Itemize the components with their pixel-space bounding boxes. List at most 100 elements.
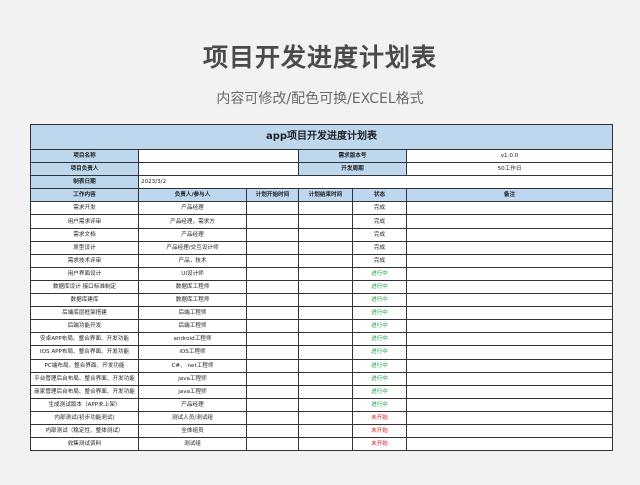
table-date-label[interactable]: 制表日期 — [30, 175, 139, 190]
plan-end-cell[interactable] — [298, 319, 353, 334]
note-cell[interactable] — [405, 227, 614, 242]
task-cell[interactable]: 数据库设计 接口标准制定 — [30, 279, 139, 295]
table-date-value[interactable]: 2023/3/2 — [137, 175, 614, 190]
task-cell[interactable]: 数据库建库 — [30, 293, 139, 308]
owner-cell[interactable]: android工程师 — [138, 332, 247, 347]
status-cell[interactable]: 完成 — [352, 227, 407, 242]
plan-end-cell[interactable] — [298, 437, 353, 452]
task-cell[interactable]: 需求文档 — [30, 227, 139, 242]
plan-end-cell[interactable] — [298, 253, 353, 268]
status-cell[interactable]: 未开始 — [352, 423, 407, 439]
version-label[interactable]: 需求版本号 — [298, 148, 407, 164]
plan-start-cell[interactable] — [246, 253, 299, 268]
owner-cell[interactable]: 产品经理 — [138, 397, 247, 412]
note-cell[interactable] — [405, 371, 614, 386]
owner-cell[interactable]: java工程师 — [138, 384, 247, 399]
note-cell[interactable] — [405, 214, 614, 229]
task-cell[interactable]: 内部测试(初步功能测试) — [30, 410, 139, 425]
task-cell[interactable]: 用户界面设计 — [30, 266, 139, 281]
header-status[interactable]: 状态 — [352, 188, 407, 203]
task-cell[interactable]: 商家管理后台布局、整合界面、开发功能 — [30, 384, 139, 399]
project-name-value[interactable] — [138, 148, 299, 164]
plan-start-cell[interactable] — [246, 266, 299, 281]
task-cell[interactable]: 生成测试版本（APP未上架） — [30, 397, 139, 412]
status-cell[interactable]: 进行中 — [352, 397, 407, 412]
plan-end-cell[interactable] — [298, 266, 353, 281]
owner-cell[interactable]: 全体组员 — [138, 423, 247, 439]
plan-end-cell[interactable] — [298, 293, 353, 308]
note-cell[interactable] — [405, 266, 614, 281]
plan-start-cell[interactable] — [246, 240, 299, 255]
plan-start-cell[interactable] — [246, 345, 299, 360]
status-cell[interactable]: 完成 — [352, 253, 407, 268]
plan-start-cell[interactable] — [246, 319, 299, 334]
note-cell[interactable] — [405, 423, 614, 439]
task-cell[interactable]: 安卓APP布局、整合界面、开发功能 — [30, 332, 139, 347]
header-plan-start[interactable]: 计划开始时间 — [246, 188, 299, 203]
status-cell[interactable]: 未开始 — [352, 437, 407, 452]
owner-cell[interactable]: 产品经理，需求方 — [138, 214, 247, 229]
note-cell[interactable] — [405, 332, 614, 347]
plan-end-cell[interactable] — [298, 306, 353, 321]
plan-start-cell[interactable] — [246, 306, 299, 321]
plan-start-cell[interactable] — [246, 410, 299, 425]
task-cell[interactable]: 需求开发 — [30, 201, 139, 216]
status-cell[interactable]: 完成 — [352, 214, 407, 229]
sheet-title[interactable]: app项目开发进度计划表 — [29, 124, 614, 150]
plan-end-cell[interactable] — [298, 240, 353, 255]
plan-start-cell[interactable] — [246, 227, 299, 242]
plan-start-cell[interactable] — [246, 437, 299, 452]
status-cell[interactable]: 完成 — [352, 240, 407, 255]
status-cell[interactable]: 进行中 — [352, 266, 407, 281]
task-cell[interactable]: 平台管理后台布局、整合界面、开发功能 — [30, 371, 139, 386]
task-cell[interactable]: 后端底层框架搭建 — [30, 306, 139, 321]
owner-cell[interactable]: 产品经理 — [138, 201, 247, 216]
version-value[interactable]: v1.0.0 — [405, 148, 614, 164]
plan-end-cell[interactable] — [298, 384, 353, 399]
note-cell[interactable] — [405, 240, 614, 255]
note-cell[interactable] — [405, 253, 614, 268]
plan-end-cell[interactable] — [298, 332, 353, 347]
owner-cell[interactable]: 测试人员/测试组 — [138, 410, 247, 425]
plan-end-cell[interactable] — [298, 371, 353, 386]
note-cell[interactable] — [405, 397, 614, 412]
owner-cell[interactable]: java工程师 — [138, 371, 247, 386]
task-cell[interactable]: IOS APP布局、整合界面、开发功能 — [30, 345, 139, 360]
plan-start-cell[interactable] — [246, 371, 299, 386]
plan-end-cell[interactable] — [298, 410, 353, 425]
plan-end-cell[interactable] — [298, 201, 353, 216]
plan-start-cell[interactable] — [246, 423, 299, 439]
plan-end-cell[interactable] — [298, 423, 353, 439]
owner-cell[interactable]: 后端工程师 — [138, 306, 247, 321]
plan-start-cell[interactable] — [246, 214, 299, 229]
status-cell[interactable]: 进行中 — [352, 371, 407, 386]
task-cell[interactable]: 用户需求评审 — [30, 214, 139, 229]
owner-cell[interactable]: 测试组 — [138, 437, 247, 452]
note-cell[interactable] — [405, 279, 614, 295]
header-task[interactable]: 工作内容 — [30, 188, 139, 203]
note-cell[interactable] — [405, 384, 614, 399]
plan-start-cell[interactable] — [246, 358, 299, 373]
plan-start-cell[interactable] — [246, 384, 299, 399]
status-cell[interactable]: 进行中 — [352, 279, 407, 295]
note-cell[interactable] — [405, 410, 614, 425]
plan-end-cell[interactable] — [298, 345, 353, 360]
plan-end-cell[interactable] — [298, 227, 353, 242]
task-cell[interactable]: 原型设计 — [30, 240, 139, 255]
status-cell[interactable]: 进行中 — [352, 332, 407, 347]
task-cell[interactable]: 内部测试（稳定性、整体测试） — [30, 423, 139, 439]
owner-cell[interactable]: iOS工程师 — [138, 345, 247, 360]
plan-start-cell[interactable] — [246, 332, 299, 347]
header-plan-end[interactable]: 计划结束时间 — [298, 188, 353, 203]
note-cell[interactable] — [405, 201, 614, 216]
project-owner-value[interactable] — [138, 162, 299, 177]
status-cell[interactable]: 进行中 — [352, 306, 407, 321]
plan-start-cell[interactable] — [246, 293, 299, 308]
plan-end-cell[interactable] — [298, 279, 353, 295]
owner-cell[interactable]: UI设计师 — [138, 266, 247, 281]
note-cell[interactable] — [405, 345, 614, 360]
note-cell[interactable] — [405, 293, 614, 308]
header-owner[interactable]: 负责人/参与人 — [138, 188, 247, 203]
plan-start-cell[interactable] — [246, 397, 299, 412]
owner-cell[interactable]: 产品经理 — [138, 227, 247, 242]
